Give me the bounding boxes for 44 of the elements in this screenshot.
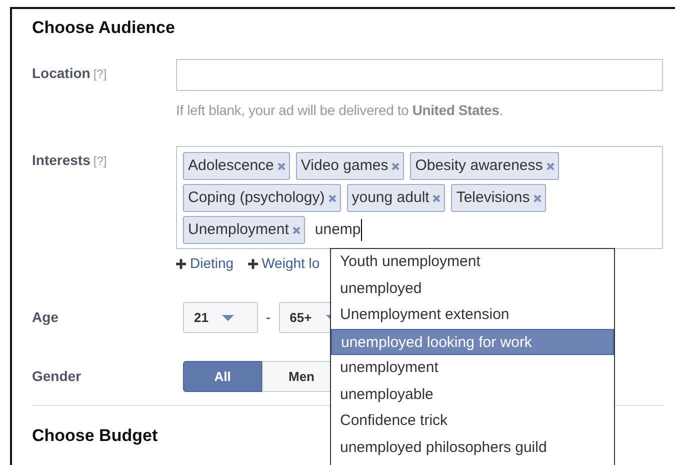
plus-icon: [248, 258, 258, 268]
interests-field[interactable]: Adolescence Video games Obesity awareness Coping (psychology) young adult Televisions Unemployment unemp: [176, 146, 663, 249]
tag-label: young adult: [352, 188, 430, 208]
tag-label: Obesity awareness: [415, 156, 543, 176]
remove-icon[interactable]: [328, 194, 337, 202]
tag-label: Coping (psychology): [188, 188, 325, 208]
remove-icon[interactable]: [391, 162, 400, 170]
interest-tag[interactable]: Televisions: [451, 184, 546, 212]
interest-tag[interactable]: Video games: [296, 152, 404, 180]
menu-item[interactable]: unemployed: [331, 276, 614, 302]
caret-icon: [222, 314, 234, 320]
field-label: Age: [32, 309, 58, 325]
remove-icon[interactable]: [292, 226, 301, 234]
tag-label: Unemployment: [188, 220, 289, 240]
menu-item[interactable]: unemployed looking for work: [331, 328, 614, 355]
remove-icon[interactable]: [532, 194, 542, 202]
interest-tag[interactable]: Unemployment: [183, 216, 305, 244]
hint-text: If left blank, your ad will be delivered to United States.: [176, 101, 504, 120]
menu-item[interactable]: unemployed philosophers guild: [331, 434, 614, 461]
search-text: unemp: [310, 218, 362, 242]
interest-tag[interactable]: Obesity awareness: [410, 152, 559, 180]
section-title: Choose Audience: [32, 18, 176, 38]
section-title: Choose Budget: [32, 426, 159, 446]
gender-tab[interactable]: All: [183, 361, 262, 392]
interest-tag[interactable]: Coping (psychology): [183, 184, 341, 212]
tag-label: Video games: [300, 156, 388, 176]
suggestion-link[interactable]: Dieting: [176, 253, 234, 274]
remove-icon[interactable]: [546, 162, 555, 170]
remove-icon[interactable]: [276, 162, 286, 170]
interest-tag[interactable]: young adult: [346, 184, 446, 212]
field-label: Location: [32, 65, 90, 81]
tag-label: Televisions: [456, 188, 530, 208]
tag-label: Adolescence: [188, 156, 274, 176]
interest-tag[interactable]: Adolescence: [183, 152, 290, 180]
suggestion-link[interactable]: Weight lo: [248, 253, 320, 274]
menu-item[interactable]: Youth unemployment: [331, 249, 614, 276]
remove-icon[interactable]: [432, 194, 442, 202]
age-select[interactable]: 21: [183, 302, 258, 333]
range-separator: -: [266, 308, 271, 327]
field-label: Gender: [32, 368, 82, 384]
field-label: Interests: [32, 152, 90, 168]
menu-item[interactable]: Confidence trick: [331, 408, 614, 434]
plus-icon: [176, 258, 186, 268]
location-field[interactable]: [176, 59, 663, 91]
